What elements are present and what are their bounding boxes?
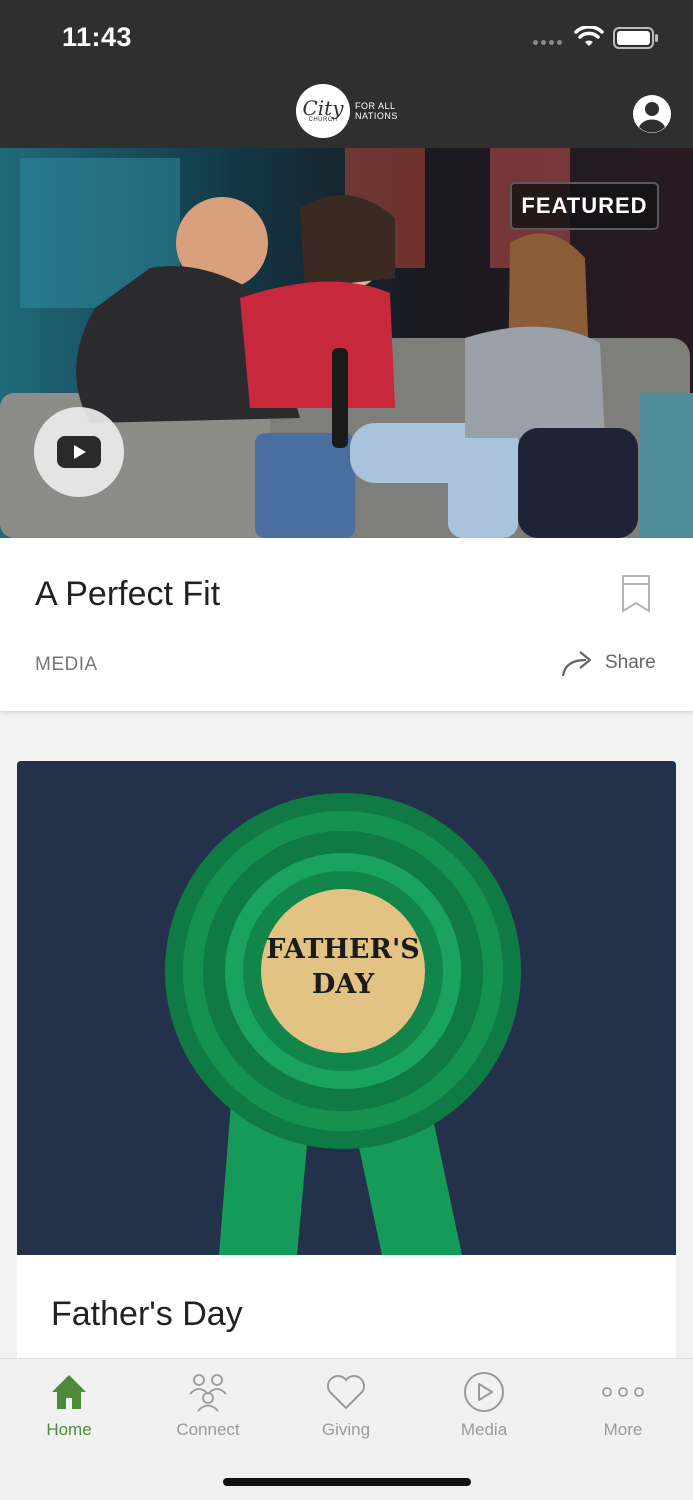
tab-more[interactable]: More bbox=[568, 1370, 678, 1440]
featured-title[interactable]: A Perfect Fit bbox=[35, 575, 220, 614]
rosette-illustration bbox=[17, 761, 676, 1255]
card-image: FATHER'S DAY bbox=[17, 761, 676, 1255]
tab-more-label: More bbox=[603, 1420, 643, 1439]
ribbon-text-line1: FATHER'S bbox=[266, 934, 420, 965]
featured-card[interactable] bbox=[0, 538, 693, 711]
tab-giving-label: Giving bbox=[321, 1420, 371, 1439]
logo-sub: CHURCH bbox=[308, 117, 338, 123]
profile-icon[interactable] bbox=[632, 94, 672, 134]
church-logo[interactable]: City CHURCH FOR ALL NATIONS bbox=[296, 84, 405, 138]
tab-giving[interactable]: Giving bbox=[291, 1370, 401, 1440]
tab-home[interactable]: Home bbox=[14, 1370, 124, 1440]
home-indicator[interactable] bbox=[223, 1478, 471, 1486]
play-circle-icon bbox=[462, 1370, 506, 1414]
tab-home-label: Home bbox=[46, 1420, 92, 1439]
youtube-play-icon bbox=[57, 436, 101, 468]
more-dots-icon bbox=[601, 1370, 645, 1414]
ribbon-text-line2: DAY bbox=[311, 969, 375, 1000]
home-icon bbox=[47, 1370, 91, 1414]
logo-mark: City CHURCH bbox=[296, 84, 350, 138]
card-title[interactable]: Father's Day bbox=[51, 1295, 243, 1334]
battery-icon bbox=[613, 27, 658, 49]
tab-media[interactable]: Media bbox=[429, 1370, 539, 1440]
wifi-icon bbox=[574, 26, 604, 46]
play-video-button[interactable] bbox=[34, 407, 124, 497]
tab-connect-label: Connect bbox=[176, 1420, 240, 1439]
connect-icon bbox=[186, 1370, 230, 1414]
logo-word: City bbox=[302, 96, 344, 120]
tab-connect[interactable]: Connect bbox=[153, 1370, 263, 1440]
bookmark-icon[interactable] bbox=[620, 574, 652, 614]
share-arrow-icon bbox=[561, 651, 592, 677]
content-card[interactable]: FATHER'S DAY Father's Day bbox=[17, 761, 676, 1381]
share-label: Share bbox=[605, 652, 656, 673]
featured-badge: FEATURED bbox=[510, 182, 659, 230]
logo-tagline: FOR ALL NATIONS bbox=[355, 101, 398, 121]
status-time: 11:43 bbox=[62, 22, 133, 52]
cellular-signal-icon bbox=[533, 40, 562, 45]
featured-category: MEDIA bbox=[35, 654, 98, 675]
heart-icon bbox=[324, 1370, 368, 1414]
share-button[interactable]: Share bbox=[560, 648, 656, 678]
tab-media-label: Media bbox=[460, 1420, 508, 1439]
